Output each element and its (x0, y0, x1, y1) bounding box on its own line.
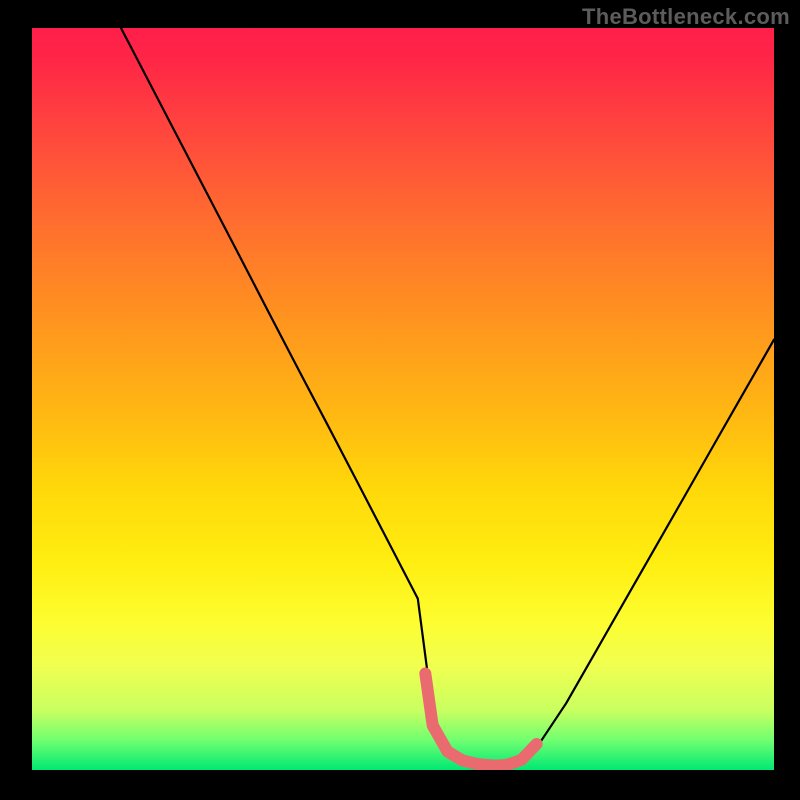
watermark-text: TheBottleneck.com (582, 4, 790, 30)
chart-frame: TheBottleneck.com (0, 0, 800, 800)
highlight-region-path (425, 674, 536, 766)
plot-area (32, 28, 774, 770)
curve-layer (32, 28, 774, 770)
bottleneck-curve-path (121, 28, 774, 766)
